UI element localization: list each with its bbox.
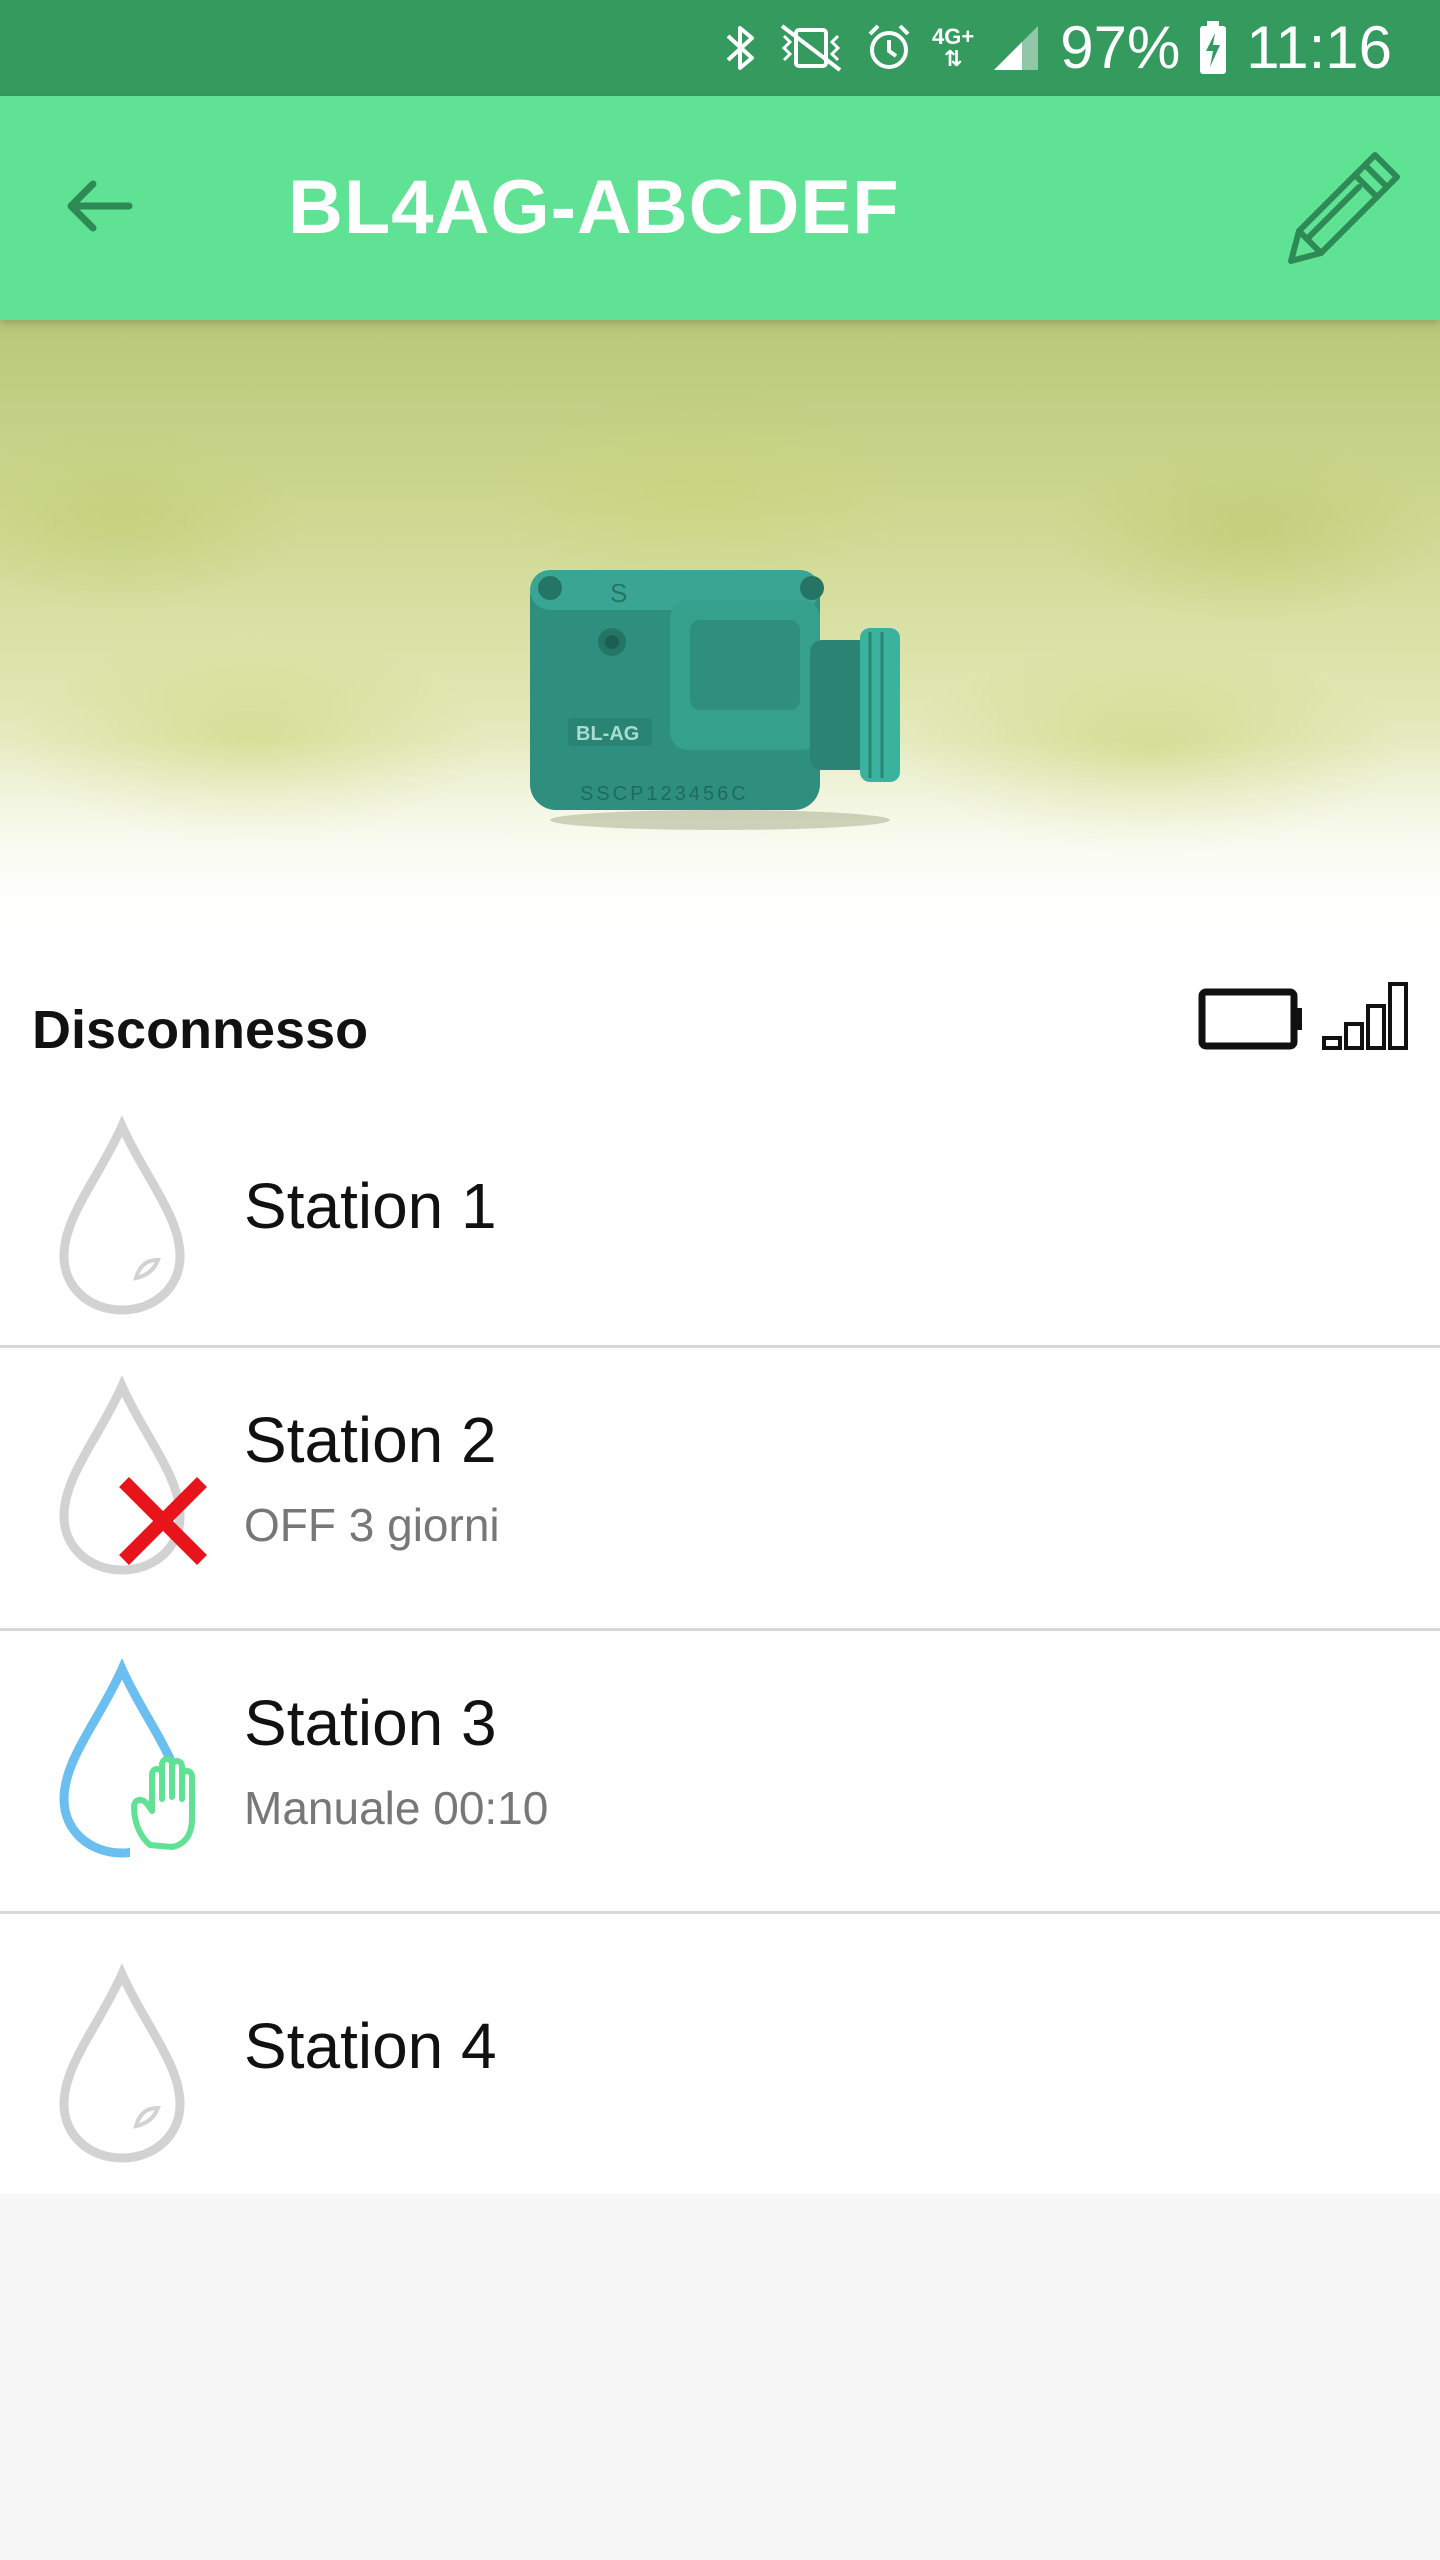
station-row-2[interactable]: Station 2 OFF 3 giorni <box>0 1348 1440 1631</box>
station-name: Station 2 <box>244 1404 497 1476</box>
connection-status: Disconnesso <box>32 1000 369 1060</box>
connection-status-row: Disconnesso <box>0 940 1440 1090</box>
station-row-3[interactable]: Station 3 Manuale 00:10 <box>0 1631 1440 1914</box>
station-row-4[interactable]: Station 4 <box>0 1914 1440 2194</box>
station-status: Manuale 00:10 <box>244 1782 549 1834</box>
back-button[interactable] <box>48 158 148 258</box>
device-label: BL-AG <box>576 723 639 745</box>
water-drop-manual-icon <box>50 1657 222 1864</box>
alarm-icon <box>864 22 914 74</box>
network-type-label: 4G+ <box>932 24 975 49</box>
page-title: BL4AG-ABCDEF <box>288 165 900 250</box>
station-list: Station 1 Station 2 OFF 3 giorni Station… <box>0 1090 1440 2194</box>
station-name: Station 1 <box>244 1170 497 1242</box>
arrow-left-icon <box>63 176 133 241</box>
station-row-1[interactable]: Station 1 <box>0 1090 1440 1348</box>
water-drop-icon <box>50 1962 200 2169</box>
device-serial: SSCP123456C <box>580 783 749 805</box>
data-arrows-icon: 4G+ ⇅ <box>932 24 975 71</box>
water-drop-off-icon <box>50 1374 220 1581</box>
hero-banner: S BL-AG SSCP123456C <box>0 320 1440 940</box>
battery-percent: 97% <box>1060 14 1181 81</box>
pencil-icon <box>1277 141 1407 276</box>
signal-bars-icon <box>1320 980 1420 1057</box>
cell-signal-icon <box>992 24 1042 72</box>
water-drop-icon <box>50 1114 200 1321</box>
app-bar: BL4AG-ABCDEF <box>0 96 1440 320</box>
controller-device-image: S BL-AG SSCP123456C <box>530 570 900 830</box>
vibrate-mute-icon <box>776 22 846 74</box>
status-bar: 4G+ ⇅ 97% 11:16 <box>0 0 1440 96</box>
bluetooth-icon <box>724 22 758 74</box>
station-name: Station 3 <box>244 1687 497 1759</box>
station-name: Station 4 <box>244 2010 497 2082</box>
station-status: OFF 3 giorni <box>244 1499 500 1551</box>
battery-charging-icon <box>1198 21 1228 75</box>
svg-text:S: S <box>610 578 627 608</box>
edit-button[interactable] <box>1272 138 1412 278</box>
clock: 11:16 <box>1246 14 1392 81</box>
battery-empty-icon <box>1198 984 1304 1059</box>
